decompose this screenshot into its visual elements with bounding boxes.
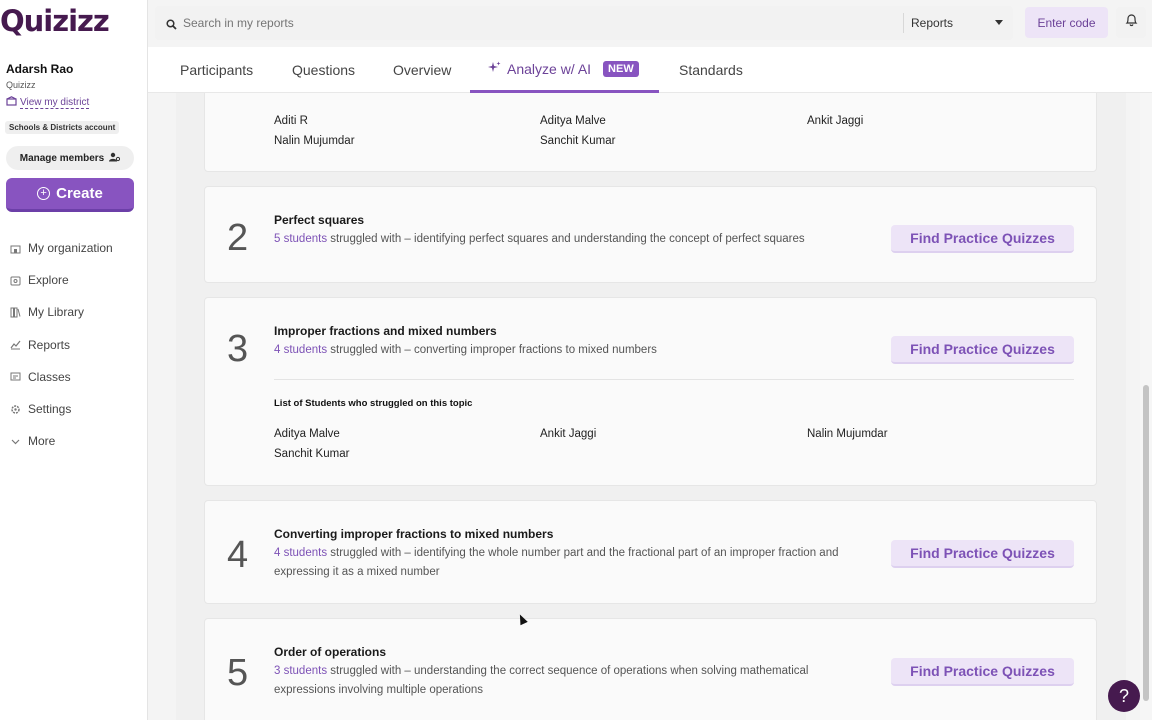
topic-card-1: Aditi R Aditya Malve Ankit Jaggi Nalin M…: [204, 93, 1097, 172]
sidebar-item-label: Classes: [28, 369, 71, 384]
students-link[interactable]: 4 students: [274, 344, 327, 356]
sidebar-item-more[interactable]: More: [0, 425, 148, 457]
topic-description: 3 students struggled with – understandin…: [274, 662, 854, 700]
card-divider: [274, 379, 1074, 380]
students-link[interactable]: 4 students: [274, 547, 327, 559]
plus-circle-icon: +: [37, 187, 51, 200]
sidebar-item-label: Settings: [28, 402, 72, 417]
struggle-text: struggled with – identifying the whole n…: [274, 547, 839, 578]
manage-members-label: Manage members: [19, 152, 105, 164]
account-type-badge: Schools & Districts account: [5, 121, 120, 134]
view-district-label: View my district: [20, 96, 90, 109]
create-label: Create: [56, 185, 103, 202]
scroll-thumb[interactable]: [1143, 385, 1149, 701]
manage-members-button[interactable]: Manage members: [6, 146, 134, 170]
chart-icon: [10, 339, 21, 350]
topic-number: 3: [227, 328, 249, 370]
tab-standards[interactable]: Standards: [679, 47, 743, 93]
new-badge: NEW: [603, 60, 639, 77]
sidebar-item-settings[interactable]: Settings: [0, 393, 148, 425]
topic-title: Perfect squares: [274, 213, 365, 227]
student-name: Nalin Mujumdar: [274, 135, 355, 147]
sidebar-nav: My organization Explore My Library Repor…: [0, 232, 148, 457]
topic-description: 4 students struggled with – identifying …: [274, 544, 854, 582]
find-practice-quizzes-button[interactable]: Find Practice Quizzes: [891, 336, 1074, 364]
tab-questions[interactable]: Questions: [292, 47, 355, 93]
student-name: Aditya Malve: [540, 115, 606, 127]
sidebar-item-label: My organization: [28, 241, 113, 256]
topic-title: Order of operations: [274, 645, 387, 659]
student-name: Aditya Malve: [274, 428, 340, 440]
search-divider: [903, 13, 904, 33]
help-button[interactable]: ?: [1108, 680, 1140, 712]
topic-card-2: 2 Perfect squares 5 students struggled w…: [204, 186, 1097, 283]
find-practice-quizzes-button[interactable]: Find Practice Quizzes: [891, 658, 1074, 686]
sidebar-item-classes[interactable]: Classes: [0, 361, 148, 393]
compass-icon: [10, 275, 21, 286]
user-gear-icon: [109, 152, 121, 165]
students-link[interactable]: 5 students: [274, 233, 327, 245]
sidebar-item-label: More: [28, 434, 56, 449]
sparkle-icon: [488, 61, 501, 77]
sidebar-item-label: My Library: [28, 305, 85, 320]
topic-card-4: 4 Converting improper fractions to mixed…: [204, 500, 1097, 604]
struggled-list-heading: List of Students who struggled on this t…: [274, 398, 473, 409]
tab-overview[interactable]: Overview: [393, 47, 451, 93]
search-input[interactable]: [183, 6, 883, 40]
topic-title: Converting improper fractions to mixed n…: [274, 527, 554, 541]
students-link[interactable]: 3 students: [274, 665, 327, 677]
sidebar-item-my-library[interactable]: My Library: [0, 296, 148, 328]
student-name: Ankit Jaggi: [540, 428, 597, 440]
topic-card-5: 5 Order of operations 3 students struggl…: [204, 618, 1097, 720]
student-name: Ankit Jaggi: [807, 115, 864, 127]
struggle-text: struggled with – understanding the corre…: [274, 665, 809, 696]
bell-icon: [1125, 13, 1138, 32]
caret-down-icon: [995, 20, 1003, 25]
find-practice-quizzes-button[interactable]: Find Practice Quizzes: [891, 540, 1074, 568]
student-name: Aditi R: [274, 115, 308, 127]
search-bar: Reports: [155, 6, 1013, 40]
tab-analyze-ai[interactable]: Analyze w/ AI NEW: [470, 47, 659, 93]
topic-number: 2: [227, 217, 249, 259]
sidebar-item-reports[interactable]: Reports: [0, 329, 148, 361]
sidebar-item-label: Reports: [28, 337, 71, 352]
content-scrollbar[interactable]: [1140, 93, 1152, 720]
gear-icon: [10, 404, 21, 415]
topic-number: 5: [227, 652, 249, 694]
analysis-content: Aditi R Aditya Malve Ankit Jaggi Nalin M…: [176, 93, 1126, 720]
chevron-down-icon: [10, 436, 21, 447]
search-scope-label: Reports: [911, 16, 954, 30]
sidebar: Quizizz Adarsh Rao Quizizz View my distr…: [0, 0, 148, 720]
topic-card-3: 3 Improper fractions and mixed numbers 4…: [204, 297, 1097, 486]
topic-description: 4 students struggled with – converting i…: [274, 341, 854, 360]
sidebar-item-label: Explore: [28, 273, 69, 288]
create-button[interactable]: + Create: [6, 178, 134, 212]
org-name: Quizizz: [6, 80, 36, 90]
notifications-button[interactable]: [1116, 7, 1146, 38]
quizizz-logo[interactable]: Quizizz: [0, 4, 110, 38]
sidebar-item-explore[interactable]: Explore: [0, 264, 148, 296]
topic-description: 5 students struggled with – identifying …: [274, 230, 854, 249]
user-name: Adarsh Rao: [6, 62, 74, 76]
building-icon: [10, 243, 21, 254]
student-name: Nalin Mujumdar: [807, 428, 888, 440]
enter-code-button[interactable]: Enter code: [1025, 7, 1108, 38]
report-tabs: Participants Questions Overview Analyze …: [148, 47, 1152, 93]
library-icon: [10, 307, 21, 318]
view-district-link[interactable]: View my district: [6, 96, 90, 109]
tab-participants[interactable]: Participants: [180, 47, 253, 93]
tab-analyze-ai-label: Analyze w/ AI: [507, 60, 592, 77]
sidebar-item-my-organization[interactable]: My organization: [0, 232, 148, 264]
search-icon: [166, 17, 177, 35]
struggle-text: struggled with – converting improper fra…: [327, 344, 657, 356]
district-icon: [6, 96, 17, 109]
struggle-text: struggled with – identifying perfect squ…: [327, 233, 805, 245]
student-name: Sanchit Kumar: [274, 448, 350, 460]
find-practice-quizzes-button[interactable]: Find Practice Quizzes: [891, 225, 1074, 253]
search-scope-select[interactable]: Reports: [911, 6, 1011, 40]
classes-icon: [10, 371, 21, 382]
student-name: Sanchit Kumar: [540, 135, 616, 147]
topic-number: 4: [227, 534, 249, 576]
topic-title: Improper fractions and mixed numbers: [274, 324, 497, 338]
